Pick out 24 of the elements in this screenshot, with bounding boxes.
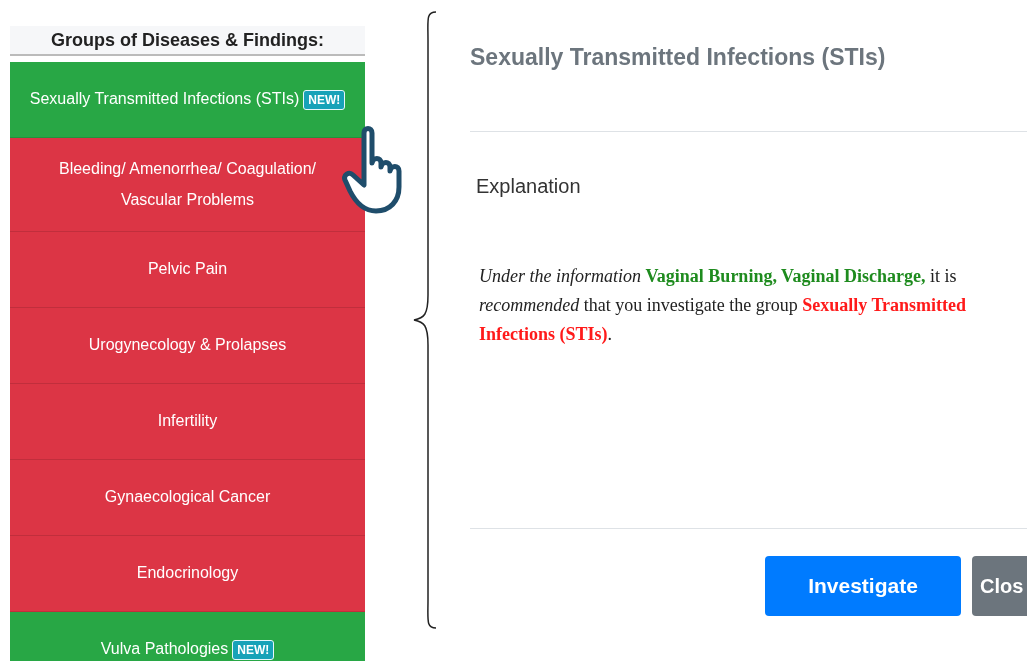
group-item[interactable]: Vulva Pathologies NEW!	[10, 612, 365, 661]
section-heading: Explanation	[476, 175, 582, 198]
modal-title: Sexually Transmitted Infections (STIs)	[470, 44, 1027, 132]
close-button[interactable]: Clos	[972, 556, 1027, 616]
group-label: Gynaecological Cancer	[104, 487, 271, 508]
investigate-button[interactable]: Investigate	[765, 556, 961, 616]
new-badge: NEW!	[232, 639, 275, 660]
new-badge: NEW!	[303, 89, 346, 110]
group-item[interactable]: Gynaecological Cancer	[10, 460, 365, 536]
explanation-text: Under the information Vaginal Burning, Vaginal Discharge, it is recommended that you investigate the group Sexually Transmitted Infections (STIs).	[479, 265, 968, 346]
group-label: Infertility	[157, 411, 218, 432]
group-label: Sexually Transmitted Infections (STIs)	[29, 89, 300, 110]
sidebar-title: Groups of Diseases & Findings:	[10, 26, 365, 56]
group-label: Pelvic Pain	[147, 259, 228, 280]
group-item[interactable]: Urogynecology & Prolapses	[10, 308, 365, 384]
group-label: Urogynecology & Prolapses	[88, 335, 287, 356]
group-item[interactable]: Infertility	[10, 384, 365, 460]
group-label: Bleeding/ Amenorrhea/ Coagulation/ Vascular Problems	[57, 159, 318, 210]
group-label: Vulva Pathologies	[100, 639, 229, 660]
group-item[interactable]: Bleeding/ Amenorrhea/ Coagulation/ Vascular Problems	[10, 138, 365, 232]
group-item[interactable]: Sexually Transmitted Infections (STIs) NEW!	[10, 62, 365, 138]
group-item[interactable]: Pelvic Pain	[10, 232, 365, 308]
group-label: Endocrinology	[136, 563, 239, 584]
group-item[interactable]: Endocrinology	[10, 536, 365, 612]
